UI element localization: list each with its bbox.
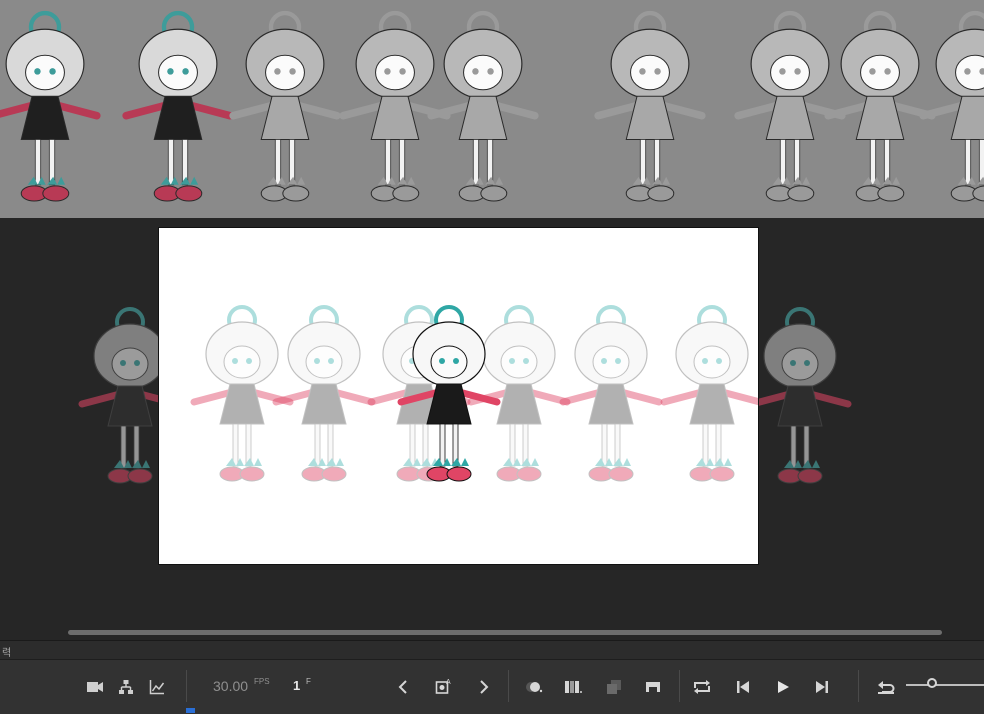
undo-icon (878, 681, 895, 694)
character-figure (339, 10, 451, 202)
next-keyframe-icon (480, 680, 489, 694)
timeline-tab-label: 력 (2, 648, 12, 659)
stage-canvas[interactable] (158, 227, 759, 565)
fps-value[interactable]: 30.00 (213, 678, 248, 694)
horizontal-scrollbar[interactable] (68, 630, 942, 635)
insert-frame-button[interactable] (642, 676, 664, 698)
onion-skin-icon (526, 682, 543, 693)
step-forward-icon (816, 681, 828, 693)
character-figure (748, 307, 852, 484)
previous-keyframe-icon (398, 680, 407, 694)
graph-icon (149, 680, 165, 695)
character-figure (594, 10, 706, 202)
character-figure (229, 10, 341, 202)
play-button[interactable] (772, 676, 794, 698)
character-figure (467, 305, 571, 482)
character-figure (559, 305, 663, 482)
play-icon (778, 681, 789, 693)
character-figure (824, 10, 936, 202)
character-figure (919, 10, 984, 202)
onion-skin-outline-icon (565, 681, 582, 693)
zoom-slider-track[interactable] (906, 684, 984, 686)
auto-keyframe-button[interactable]: A (433, 676, 455, 698)
current-frame-value[interactable]: 1 (293, 678, 300, 693)
character-figure (660, 305, 758, 482)
step-forward-button[interactable] (811, 676, 833, 698)
fps-unit: FPS (254, 677, 270, 686)
character-figure (190, 305, 294, 482)
next-keyframe-button[interactable] (473, 676, 495, 698)
onion-skin-outlines-button[interactable] (562, 676, 584, 698)
character-figure (427, 10, 539, 202)
step-back-icon (737, 681, 749, 693)
stage-character-turnaround (190, 305, 758, 482)
reference-sketch-artwork (0, 10, 984, 202)
edit-multiple-frames-icon (607, 680, 621, 694)
character-figure (272, 305, 376, 482)
auto-keyframe-icon: A (435, 679, 451, 694)
playhead-marker[interactable] (186, 708, 195, 713)
graph-view-button[interactable] (146, 676, 168, 698)
step-back-button[interactable] (732, 676, 754, 698)
insert-frame-icon (646, 682, 660, 692)
loop-button[interactable] (691, 676, 713, 698)
timeline-toolbar: 30.00 FPS 1 F A (0, 659, 984, 714)
camera-button[interactable] (84, 676, 106, 698)
reference-sheet-layer (0, 0, 984, 218)
character-figure (734, 10, 846, 202)
layer-parenting-button[interactable] (115, 676, 137, 698)
layer-hierarchy-icon (119, 680, 133, 694)
edit-multiple-frames-button[interactable] (603, 676, 625, 698)
character-figure (122, 10, 234, 202)
camera-icon (87, 682, 103, 692)
onion-skin-button[interactable] (523, 676, 545, 698)
svg-text:A: A (446, 679, 451, 686)
timeline-header-strip: 력 (0, 640, 984, 660)
loop-icon (694, 680, 710, 694)
previous-keyframe-button[interactable] (392, 676, 414, 698)
frame-unit: F (306, 677, 311, 686)
character-figure (0, 10, 101, 202)
pasteboard[interactable] (0, 218, 984, 640)
zoom-slider-icon[interactable] (927, 678, 937, 688)
undo-zoom-button[interactable] (875, 676, 897, 698)
